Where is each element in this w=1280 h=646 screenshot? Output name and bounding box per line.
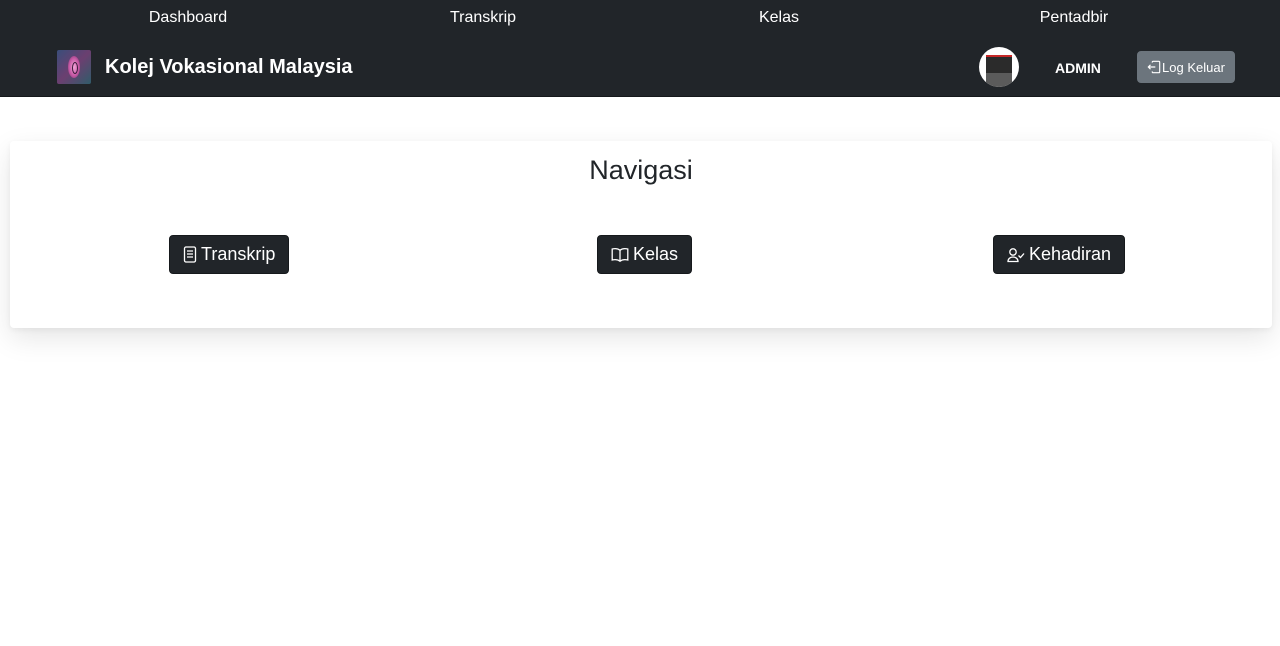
navbar: Dashboard Transkrip Kelas Pentadbir Kole…	[0, 0, 1280, 97]
logout-label: Log Keluar	[1162, 59, 1225, 75]
transkrip-button-label: Transkrip	[201, 244, 276, 264]
college-logo-icon	[57, 50, 91, 84]
top-nav: Dashboard Transkrip Kelas Pentadbir	[0, 0, 1280, 38]
logout-icon	[1147, 60, 1161, 74]
kehadiran-button[interactable]: Kehadiran	[993, 235, 1126, 274]
brand[interactable]: Kolej Vokasional Malaysia	[57, 50, 353, 84]
document-icon	[183, 246, 197, 263]
user-avatar-icon	[979, 47, 1019, 87]
nav-link-transkrip[interactable]: Transkrip	[450, 9, 516, 27]
avatar-base	[986, 73, 1012, 87]
nav-link-dashboard[interactable]: Dashboard	[149, 9, 227, 27]
book-icon	[611, 247, 629, 262]
logout-button[interactable]: Log Keluar	[1137, 51, 1235, 83]
nav-link-kelas[interactable]: Kelas	[759, 9, 799, 27]
card-title: Navigasi	[589, 155, 693, 185]
brand-title: Kolej Vokasional Malaysia	[105, 55, 353, 78]
user-name: ADMIN	[1055, 60, 1101, 76]
navigation-card: Navigasi Transkrip Kelas Kehadiran	[10, 141, 1272, 328]
kelas-button-label: Kelas	[633, 244, 679, 264]
kehadiran-button-label: Kehadiran	[1029, 244, 1112, 264]
person-check-icon	[1007, 247, 1025, 263]
nav-link-pentadbir[interactable]: Pentadbir	[1040, 9, 1109, 27]
kelas-button[interactable]: Kelas	[597, 235, 693, 274]
avatar-screen	[986, 55, 1012, 75]
transkrip-button[interactable]: Transkrip	[169, 235, 290, 274]
